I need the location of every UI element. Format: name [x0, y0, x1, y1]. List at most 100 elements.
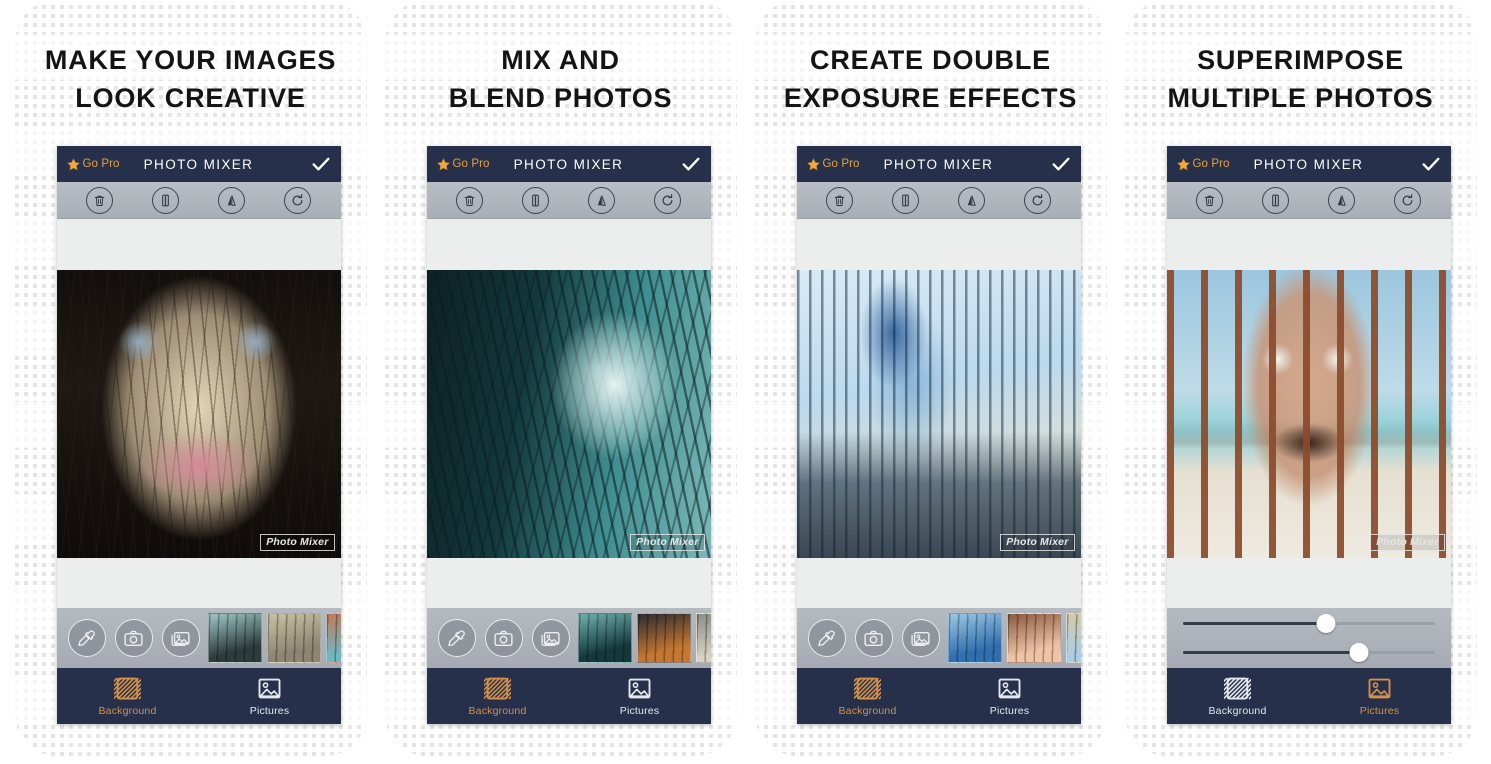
flip-horizontal-button[interactable]: [588, 186, 615, 214]
thumb-mountain-road[interactable]: [266, 613, 321, 663]
double-exposure-woman-pier-blue[interactable]: Photo Mixer: [796, 269, 1081, 558]
tab-background[interactable]: Background: [57, 676, 199, 717]
gallery-icon: [910, 628, 931, 649]
go-pro-button[interactable]: Go Pro: [436, 157, 490, 172]
eyedropper-button[interactable]: [437, 619, 476, 657]
thumb-teal-forest[interactable]: [577, 613, 632, 663]
gallery-button[interactable]: [161, 619, 200, 657]
flip-horizontal-button[interactable]: [958, 186, 985, 214]
delete-button[interactable]: [456, 186, 483, 214]
thumbnail-list[interactable]: [570, 613, 711, 663]
flip-horizontal-button[interactable]: [218, 186, 245, 214]
flip-vertical-button[interactable]: [152, 186, 179, 214]
bottom-tabbar: Background Pictures: [1166, 668, 1451, 724]
go-pro-button[interactable]: Go Pro: [1176, 157, 1230, 172]
camera-button[interactable]: [114, 619, 153, 657]
flip-vertical-button[interactable]: [522, 186, 549, 214]
gallery-button[interactable]: [531, 619, 570, 657]
phone-screen: Go Pro PHOTO MIXER Photo Mixer Background Pi…: [426, 146, 711, 724]
canvas-area[interactable]: Photo Mixer: [426, 219, 711, 608]
strip-action-buttons: [427, 619, 570, 657]
star-icon: [1176, 157, 1191, 172]
confirm-check-icon[interactable]: [680, 153, 702, 175]
delete-button[interactable]: [826, 186, 853, 214]
screenshot-card-1: MAKE YOUR IMAGES LOOK CREATIVE Go Pro PHOTO…: [14, 0, 367, 756]
confirm-check-icon[interactable]: [310, 153, 332, 175]
tab-pictures[interactable]: Pictures: [1309, 676, 1451, 717]
camera-button[interactable]: [484, 619, 523, 657]
tab-label: Background: [98, 704, 157, 717]
edit-toolbar: [1166, 182, 1451, 219]
confirm-check-icon[interactable]: [1420, 153, 1442, 175]
eyedropper-button[interactable]: [807, 619, 846, 657]
rotate-button[interactable]: [284, 186, 311, 214]
edit-toolbar: [426, 182, 711, 219]
eyedropper-button[interactable]: [67, 619, 106, 657]
go-pro-label: Go Pro: [1192, 158, 1230, 170]
slider-knob[interactable]: [1349, 643, 1369, 662]
camera-button[interactable]: [854, 619, 893, 657]
tab-background[interactable]: Background: [797, 676, 939, 717]
headline-line: BLEND PHOTOS: [448, 82, 673, 113]
opacity-slider[interactable]: [1182, 614, 1435, 633]
rotate-button[interactable]: [654, 186, 681, 214]
tab-pictures[interactable]: Pictures: [939, 676, 1081, 717]
go-pro-label: Go Pro: [82, 158, 120, 170]
gallery-icon: [540, 628, 561, 649]
canvas-area[interactable]: Photo Mixer: [56, 219, 341, 608]
tab-background[interactable]: Background: [427, 676, 569, 717]
go-pro-button[interactable]: Go Pro: [806, 157, 860, 172]
rotate-button[interactable]: [1394, 186, 1421, 214]
watermark: Photo Mixer: [1370, 533, 1445, 551]
thumbnail-list[interactable]: [940, 613, 1081, 663]
flip-vertical-button[interactable]: [1262, 186, 1289, 214]
picture-icon: [1366, 676, 1393, 701]
thumb-colosseum[interactable]: [1006, 613, 1061, 663]
tab-label: Pictures: [619, 704, 660, 717]
superimposed-face-boardwalk[interactable]: Photo Mixer: [1166, 269, 1451, 558]
thumb-forest[interactable]: [207, 613, 262, 663]
thumb-partial[interactable]: [1065, 613, 1081, 663]
thumb-blue-pier[interactable]: [947, 613, 1002, 663]
slider-knob[interactable]: [1316, 614, 1336, 633]
tab-pictures[interactable]: Pictures: [199, 676, 341, 717]
flip-horizontal-button[interactable]: [1328, 186, 1355, 214]
star-icon: [436, 157, 451, 172]
blend-slider[interactable]: [1182, 643, 1435, 662]
canvas-area[interactable]: Photo Mixer: [796, 219, 1081, 608]
star-icon: [806, 157, 821, 172]
double-exposure-face-forest-teal[interactable]: Photo Mixer: [426, 269, 711, 558]
phone-screen: Go Pro PHOTO MIXER Photo Mixer Background Pi…: [1166, 146, 1451, 724]
delete-button[interactable]: [1196, 186, 1223, 214]
tab-label: Pictures: [1359, 704, 1400, 717]
tab-pictures[interactable]: Pictures: [569, 676, 711, 717]
flip-horizontal-icon: [224, 193, 239, 208]
gallery-button[interactable]: [901, 619, 940, 657]
strip-action-buttons: [797, 619, 940, 657]
rotate-button[interactable]: [1024, 186, 1051, 214]
thumbnail-list[interactable]: [200, 613, 341, 663]
bottom-control-strip: [426, 608, 711, 668]
delete-icon: [92, 193, 107, 208]
thumb-partial[interactable]: [325, 613, 341, 663]
delete-button[interactable]: [86, 186, 113, 214]
headline: MIX AND BLEND PHOTOS: [411, 0, 711, 118]
tab-label: Background: [1208, 704, 1267, 717]
confirm-check-icon[interactable]: [1050, 153, 1072, 175]
go-pro-button[interactable]: Go Pro: [66, 157, 120, 172]
double-exposure-face-trees[interactable]: Photo Mixer: [56, 269, 341, 558]
flip-vertical-button[interactable]: [892, 186, 919, 214]
eyedropper-icon: [446, 628, 467, 649]
screenshot-card-3: CREATE DOUBLE EXPOSURE EFFECTS Go Pro PHOTO…: [754, 0, 1107, 756]
flip-vertical-icon: [1268, 193, 1283, 208]
thumb-partial[interactable]: [695, 613, 711, 663]
tab-background[interactable]: Background: [1167, 676, 1309, 717]
watermark: Photo Mixer: [630, 533, 705, 551]
edit-toolbar: [796, 182, 1081, 219]
watermark: Photo Mixer: [260, 533, 335, 551]
thumb-sunset-road[interactable]: [636, 613, 691, 663]
canvas-area[interactable]: Photo Mixer: [1166, 219, 1451, 608]
go-pro-label: Go Pro: [452, 158, 490, 170]
headline: CREATE DOUBLE EXPOSURE EFFECTS: [781, 0, 1081, 118]
tab-label: Pictures: [249, 704, 290, 717]
